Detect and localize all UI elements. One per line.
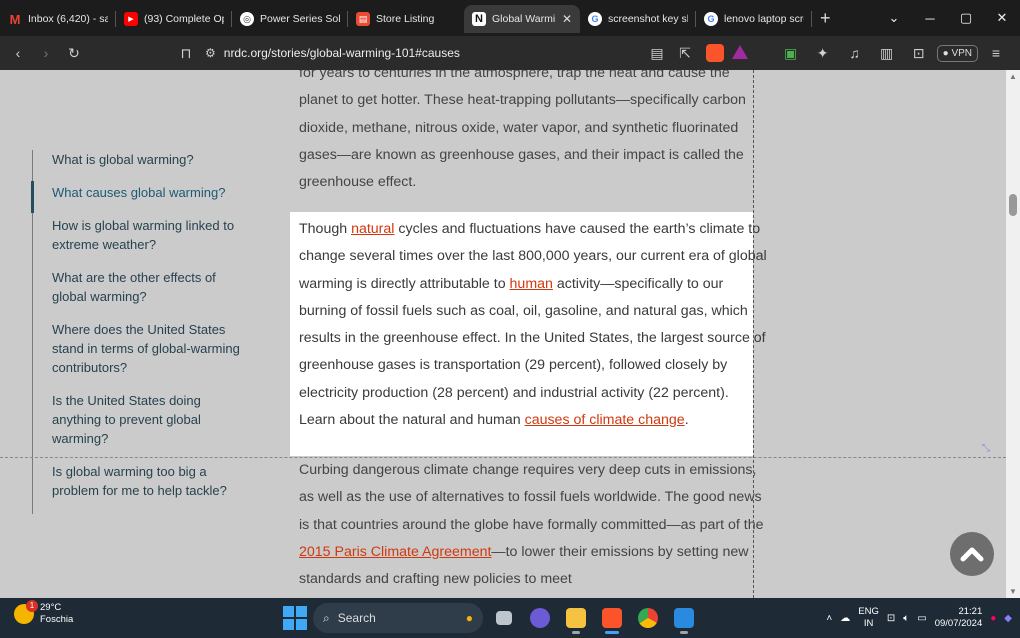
tab-gmail[interactable]: M Inbox (6,420) - sas xyxy=(0,5,116,33)
close-tab-icon[interactable]: ✕ xyxy=(562,12,572,26)
youtube-icon: ▶ xyxy=(124,12,138,26)
link-natural[interactable]: natural xyxy=(351,221,394,237)
site-settings-icon[interactable]: ⚙ xyxy=(205,46,216,60)
tab-title: (93) Complete Ope xyxy=(144,13,224,25)
extensions-icon[interactable]: ✦ xyxy=(809,39,837,67)
scroll-up-icon[interactable]: ▲ xyxy=(1009,72,1017,81)
resize-handle-icon[interactable]: ⤡ xyxy=(982,443,1000,457)
menu-icon[interactable]: ≡ xyxy=(982,39,1010,67)
taskbar-apps: ⌕ Search ● xyxy=(283,602,699,634)
vscode-icon[interactable] xyxy=(669,603,699,634)
table-of-contents: What is global warming? What causes glob… xyxy=(31,150,247,514)
network-icon[interactable]: ⊡ xyxy=(887,613,895,624)
toc-item[interactable]: Is global warming too big a problem for … xyxy=(33,462,247,500)
search-highlight-icon: ● xyxy=(465,611,473,625)
scroll-thumb[interactable] xyxy=(1009,194,1017,216)
selection-guide-horizontal xyxy=(0,457,1006,458)
system-tray: ˄ ☁ ENG IN ⊡ 🔈︎ ▭ 21:21 09/07/2024 ● ◆ xyxy=(826,602,1012,634)
share-icon[interactable]: ⇱ xyxy=(671,39,699,67)
weather-icon: 1 xyxy=(14,600,38,624)
copilot-icon[interactable]: ◆ xyxy=(1004,613,1012,624)
scroll-down-icon[interactable]: ▼ xyxy=(1009,587,1017,596)
tab-title: screenshot key sho xyxy=(608,13,688,25)
toc-item[interactable]: What is global warming? xyxy=(33,150,247,169)
tab-power-series[interactable]: ◎ Power Series Soluti xyxy=(232,5,348,33)
wallet-icon[interactable]: ▣ xyxy=(777,39,805,67)
weather-widget[interactable]: 1 29°C Foschia xyxy=(14,600,73,626)
google-icon: G xyxy=(588,12,602,26)
selection-guide-vertical xyxy=(753,70,754,598)
brave-browser-icon[interactable] xyxy=(597,603,627,634)
notification-icon[interactable]: ● xyxy=(990,613,996,624)
volume-icon[interactable]: 🔈︎ xyxy=(903,613,909,624)
language-indicator[interactable]: ENG IN xyxy=(858,606,879,630)
toc-item[interactable]: Is the United States doing anything to p… xyxy=(33,391,247,448)
tab-lenovo-search[interactable]: G lenovo laptop scre xyxy=(696,5,812,33)
tab-title: Power Series Soluti xyxy=(260,13,340,25)
toc-item-active[interactable]: What causes global warming? xyxy=(31,181,247,213)
taskbar: 1 29°C Foschia ⌕ Search ● ˄ ☁ ENG IN ⊡ 🔈︎ … xyxy=(0,598,1020,638)
tab-youtube[interactable]: ▶ (93) Complete Ope xyxy=(116,5,232,33)
window-controls: ⌄ ─ ▢ ✕ xyxy=(876,0,1020,36)
page-content: What is global warming? What causes glob… xyxy=(0,70,1006,598)
taskbar-search[interactable]: ⌕ Search ● xyxy=(313,603,483,633)
media-icon[interactable]: ♫ xyxy=(841,39,869,67)
toc-item[interactable]: What are the other effects of global war… xyxy=(33,268,247,306)
paragraph: for years to centuries in the atmosphere… xyxy=(299,70,746,191)
tab-title: lenovo laptop scre xyxy=(724,13,804,25)
scrollbar[interactable]: ▲ ▼ xyxy=(1006,70,1020,598)
task-view-icon[interactable] xyxy=(489,603,519,633)
power-series-icon: ◎ xyxy=(240,12,254,26)
vpn-button[interactable]: ● VPN xyxy=(936,44,978,62)
chevron-up-icon xyxy=(960,547,984,562)
tab-strip: M Inbox (6,420) - sas ▶ (93) Complete Op… xyxy=(0,0,1020,36)
brave-rewards-icon[interactable] xyxy=(732,45,748,59)
chevron-up-icon[interactable]: ˄ xyxy=(826,613,832,624)
chat-app-icon[interactable] xyxy=(525,603,555,633)
new-tab-button[interactable]: + xyxy=(820,8,831,29)
start-button[interactable] xyxy=(283,606,307,630)
minimize-icon[interactable]: ─ xyxy=(912,11,948,26)
url-text: nrdc.org/stories/global-warming-101#caus… xyxy=(223,46,460,60)
downloads-icon[interactable]: ⊡ xyxy=(905,39,933,67)
back-icon[interactable]: ‹ xyxy=(4,39,32,67)
tab-store-listing[interactable]: ▤ Store Listing xyxy=(348,5,464,33)
toolbar-right: ▣ ✦ ♫ ▥ ⊡ ● VPN ≡ xyxy=(777,39,1010,67)
google-icon: G xyxy=(704,12,718,26)
toc-item[interactable]: Where does the United States stand in te… xyxy=(33,320,247,377)
paragraph-causes: Though natural cycles and fluctuations h… xyxy=(299,221,767,429)
gmail-icon: M xyxy=(9,11,21,27)
link-human[interactable]: human xyxy=(510,276,553,292)
paragraph: Curbing dangerous climate change require… xyxy=(299,462,764,588)
back-to-top-button[interactable] xyxy=(950,532,994,576)
tab-global-warming[interactable]: N Global Warmin ✕ xyxy=(464,5,580,33)
tab-title: Inbox (6,420) - sas xyxy=(28,13,108,25)
brave-shields-icon[interactable] xyxy=(706,44,724,62)
file-explorer-icon[interactable] xyxy=(561,603,591,634)
clock[interactable]: 21:21 09/07/2024 xyxy=(935,606,983,630)
search-icon: ⌕ xyxy=(323,610,330,625)
tab-title: Store Listing xyxy=(376,13,435,25)
link-causes-of-climate-change[interactable]: causes of climate change xyxy=(525,412,685,428)
sidebar-icon[interactable]: ▥ xyxy=(873,39,901,67)
forward-icon[interactable]: › xyxy=(32,39,60,67)
bookmark-icon[interactable]: ⊓ xyxy=(172,39,200,67)
tab-screenshot-search[interactable]: G screenshot key sho xyxy=(580,5,696,33)
browser-toolbar: ‹ › ↻ ⊓ ⚙ nrdc.org/stories/global-warmin… xyxy=(0,36,1020,70)
close-window-icon[interactable]: ✕ xyxy=(984,10,1020,26)
nrdc-icon: N xyxy=(472,12,486,26)
battery-icon[interactable]: ▭ xyxy=(917,613,926,624)
maximize-icon[interactable]: ▢ xyxy=(948,10,984,26)
tab-list-chevron-icon[interactable]: ⌄ xyxy=(876,10,912,26)
tab-title: Global Warmin xyxy=(492,13,556,25)
reader-mode-icon[interactable]: ▤ xyxy=(643,39,671,67)
toc-item[interactable]: How is global warming linked to extreme … xyxy=(33,216,247,254)
store-listing-icon: ▤ xyxy=(356,12,370,26)
chrome-icon[interactable] xyxy=(633,603,663,633)
link-paris-agreement[interactable]: 2015 Paris Climate Agreement xyxy=(299,544,491,560)
cloud-icon[interactable]: ☁ xyxy=(840,613,850,624)
reload-icon[interactable]: ↻ xyxy=(60,39,88,67)
